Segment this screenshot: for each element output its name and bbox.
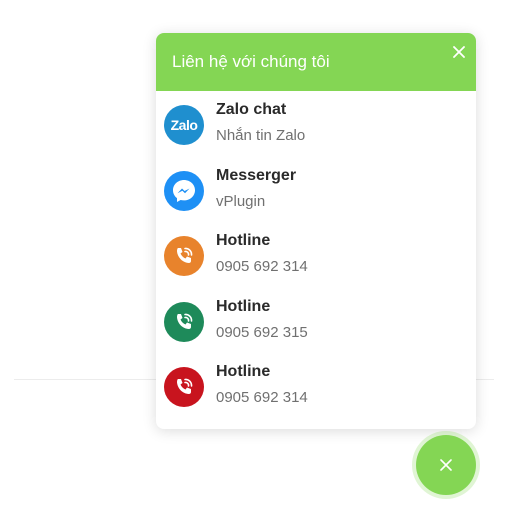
messenger-glyph [173, 180, 195, 202]
phone-glyph [177, 378, 193, 394]
contact-item-hotline[interactable]: Hotline 0905 692 315 [156, 290, 476, 352]
contact-item-zalo[interactable]: Zalo Zalo chat Nhắn tin Zalo [156, 93, 476, 155]
close-icon [453, 46, 465, 58]
contact-name: Messerger [216, 167, 297, 184]
contact-panel: Liên hệ với chúng tôi Zalo Zalo chat Nhắ… [156, 33, 476, 429]
phone-glyph [177, 247, 193, 263]
contact-name: Hotline [216, 298, 271, 315]
contact-sub: 0905 692 314 [216, 389, 308, 406]
contact-name: Hotline [216, 232, 271, 249]
contact-item-hotline[interactable]: Hotline 0905 692 314 [156, 355, 476, 417]
close-icon [440, 459, 452, 471]
messenger-icon [164, 171, 204, 211]
contact-name: Hotline [216, 363, 271, 380]
contact-name: Zalo chat [216, 101, 287, 118]
phone-icon [164, 367, 204, 407]
phone-glyph [177, 313, 193, 329]
zalo-icon: Zalo [164, 105, 204, 145]
contact-sub: vPlugin [216, 193, 266, 210]
zalo-icon-text: Zalo [170, 117, 198, 133]
contact-item-hotline[interactable]: Hotline 0905 692 314 [156, 224, 476, 286]
phone-icon [164, 302, 204, 342]
panel-close-button[interactable] [448, 41, 470, 63]
contact-sub: 0905 692 314 [216, 258, 308, 275]
panel-title: Liên hệ với chúng tôi [172, 52, 330, 71]
contact-sub: 0905 692 315 [216, 324, 308, 341]
phone-icon [164, 236, 204, 276]
contact-toggle-button[interactable] [416, 435, 476, 495]
contact-sub: Nhắn tin Zalo [216, 127, 306, 144]
page: Liên hệ với chúng tôi Zalo Zalo chat Nhắ… [0, 0, 509, 509]
contact-item-messenger[interactable]: Messerger vPlugin [156, 159, 476, 221]
panel-header: Liên hệ với chúng tôi [156, 33, 476, 91]
